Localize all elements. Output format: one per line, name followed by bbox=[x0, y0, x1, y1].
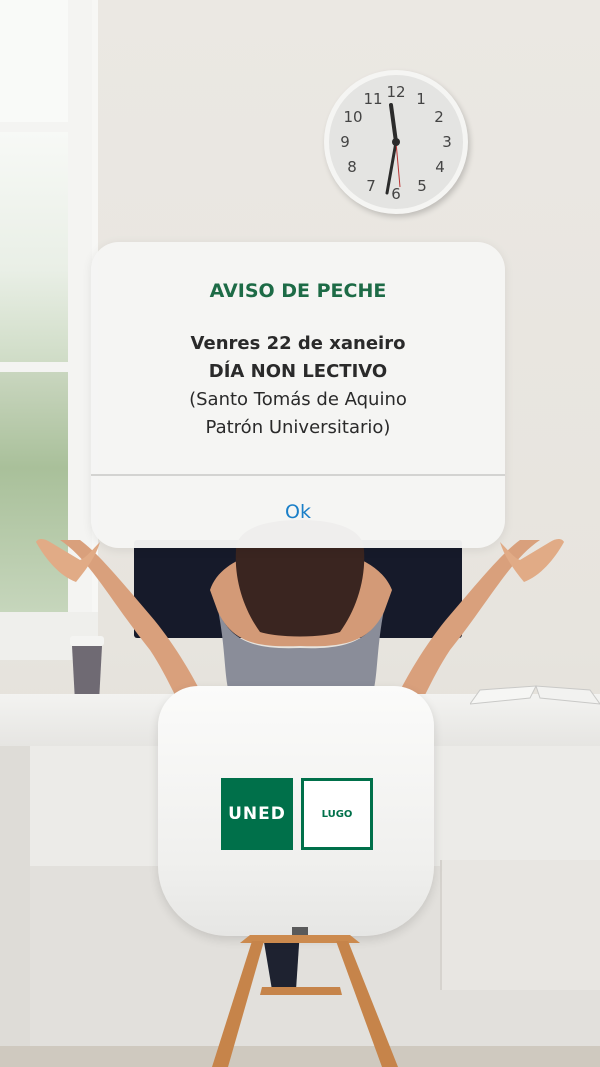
chair-legs bbox=[212, 927, 398, 1067]
notice-status: DÍA NON LECTIVO bbox=[208, 361, 388, 382]
dialog-title: AVISO DE PECHE bbox=[209, 280, 387, 302]
clock-numeral: 9 bbox=[340, 133, 350, 151]
clock-numeral: 12 bbox=[386, 83, 405, 101]
open-book bbox=[470, 685, 600, 705]
uned-lugo-logo: UNED LUGO bbox=[221, 778, 373, 850]
clock-numeral: 8 bbox=[347, 158, 357, 176]
clock-numeral: 1 bbox=[416, 90, 426, 108]
background-photo: 12 1 2 3 4 5 6 7 8 9 10 11 UNED LUGO AVI… bbox=[0, 0, 600, 1067]
clock-numeral: 7 bbox=[366, 177, 376, 195]
clock-numeral: 11 bbox=[363, 90, 382, 108]
clock-numeral: 5 bbox=[417, 177, 427, 195]
clock-numeral: 10 bbox=[343, 108, 362, 126]
clock-numeral: 2 bbox=[434, 108, 444, 126]
dialog-body: AVISO DE PECHE Venres 22 de xaneiro DÍA … bbox=[91, 242, 505, 474]
ok-button[interactable]: Ok bbox=[91, 476, 505, 548]
wall-clock-icon: 12 1 2 3 4 5 6 7 8 9 10 11 bbox=[324, 70, 468, 214]
lugo-campus-mark: LUGO bbox=[301, 778, 373, 850]
notice-date: Venres 22 de xaneiro bbox=[190, 333, 406, 354]
clock-numeral: 4 bbox=[435, 158, 445, 176]
notice-reason-detail: Patrón Universitario) bbox=[205, 417, 391, 438]
clock-numeral: 6 bbox=[391, 185, 401, 203]
closure-notice-dialog: AVISO DE PECHE Venres 22 de xaneiro DÍA … bbox=[91, 242, 505, 548]
uned-brand-mark: UNED bbox=[221, 778, 293, 850]
notice-reason: (Santo Tomás de Aquino bbox=[189, 389, 407, 410]
clock-numeral: 3 bbox=[442, 133, 452, 151]
